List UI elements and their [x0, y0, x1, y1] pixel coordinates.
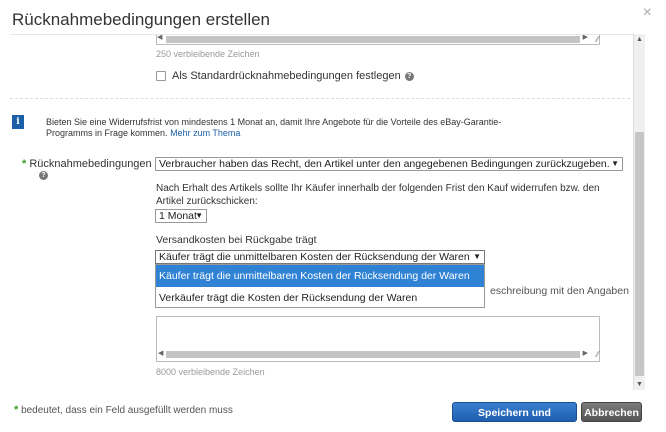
- info-text: Bieten Sie eine Widerrufsfrist von minde…: [46, 117, 502, 138]
- shipping-cost-select[interactable]: Käufer trägt die unmittelbaren Kosten de…: [155, 250, 485, 264]
- chevron-down-icon: ▼: [195, 211, 203, 220]
- shipping-option-seller[interactable]: Verkäufer trägt die Kosten der Rücksendu…: [156, 287, 484, 309]
- behind-dropdown-text: eschreibung mit den Angaben: [490, 285, 629, 297]
- chevron-down-icon: ▼: [473, 252, 481, 261]
- scroll-right-icon[interactable]: ▶: [583, 349, 588, 357]
- scroll-left-icon[interactable]: ◀: [157, 35, 162, 41]
- close-icon[interactable]: ×: [643, 4, 652, 22]
- returns-policy-select[interactable]: Verbraucher haben das Recht, den Artikel…: [155, 157, 623, 171]
- required-note-text: bedeutet, dass ein Feld ausgefüllt werde…: [21, 405, 233, 416]
- required-mark: *: [14, 404, 19, 416]
- cancel-button[interactable]: Abbrechen: [581, 402, 642, 422]
- save-and-close-button[interactable]: Speichern und schließen: [452, 402, 577, 432]
- shipping-cost-label: Versandkosten bei Rückgabe trägt: [156, 234, 317, 246]
- help-icon[interactable]: ?: [404, 71, 414, 81]
- standard-policy-checkbox[interactable]: [156, 71, 166, 81]
- standard-policy-label[interactable]: Als Standardrücknahmebedingungen festleg…: [172, 70, 401, 82]
- returns-label-row: * Rücknahmebedingungen: [22, 158, 152, 170]
- scroll-track[interactable]: [166, 351, 580, 358]
- more-info-link[interactable]: Mehr zum Thema: [170, 128, 240, 138]
- scroll-thumb[interactable]: [635, 132, 644, 376]
- required-field-note: * bedeutet, dass ein Feld ausgefüllt wer…: [14, 404, 233, 416]
- standard-policy-row: Als Standardrücknahmebedingungen festleg…: [156, 70, 414, 82]
- shipping-cost-dropdown-list: Käufer trägt die unmittelbaren Kosten de…: [155, 264, 485, 308]
- shipping-cost-value: Käufer trägt die unmittelbaren Kosten de…: [159, 251, 470, 263]
- details-horizontal-scrollbar[interactable]: ◀ ▶ ⁄⁄: [156, 349, 600, 361]
- resize-grip-icon[interactable]: ⁄⁄: [596, 35, 599, 44]
- required-mark: *: [22, 158, 27, 170]
- dialog-content: ◀ ▶ ⁄⁄ 250 verbleibende Zeichen Als Stan…: [10, 34, 635, 390]
- scroll-up-icon[interactable]: ▲: [636, 36, 643, 43]
- return-period-value: 1 Monat: [159, 210, 197, 222]
- return-period-select[interactable]: 1 Monat ▼: [155, 209, 207, 223]
- returns-policy-value: Verbraucher haben das Recht, den Artikel…: [159, 158, 610, 170]
- scroll-right-icon[interactable]: ▶: [583, 35, 588, 41]
- info-icon: i: [12, 115, 24, 129]
- scroll-track[interactable]: [166, 36, 580, 43]
- details-chars-remaining: 8000 verbleibende Zeichen: [156, 367, 265, 377]
- returns-help-icon[interactable]: ?: [39, 171, 48, 180]
- upper-chars-remaining: 250 verbleibende Zeichen: [156, 49, 260, 59]
- scroll-left-icon[interactable]: ◀: [158, 349, 163, 357]
- info-text-block: Bieten Sie eine Widerrufsfrist von minde…: [46, 117, 526, 139]
- section-divider: [10, 98, 630, 99]
- info-box: i Bieten Sie eine Widerrufsfrist von min…: [12, 115, 532, 141]
- upper-horizontal-scrollbar[interactable]: ◀ ▶ ⁄⁄: [156, 35, 600, 45]
- shipping-option-buyer[interactable]: Käufer trägt die unmittelbaren Kosten de…: [156, 265, 484, 287]
- resize-grip-icon[interactable]: ⁄⁄: [596, 350, 599, 359]
- chevron-down-icon: ▼: [611, 159, 619, 168]
- dialog-title: Rücknahmebedingungen erstellen: [12, 10, 271, 29]
- returns-label: Rücknahmebedingungen: [29, 158, 152, 170]
- vertical-scrollbar[interactable]: ▲ ▼: [633, 34, 645, 390]
- return-period-description: Nach Erhalt des Artikels sollte Ihr Käuf…: [156, 183, 600, 207]
- scroll-down-icon[interactable]: ▼: [636, 381, 643, 388]
